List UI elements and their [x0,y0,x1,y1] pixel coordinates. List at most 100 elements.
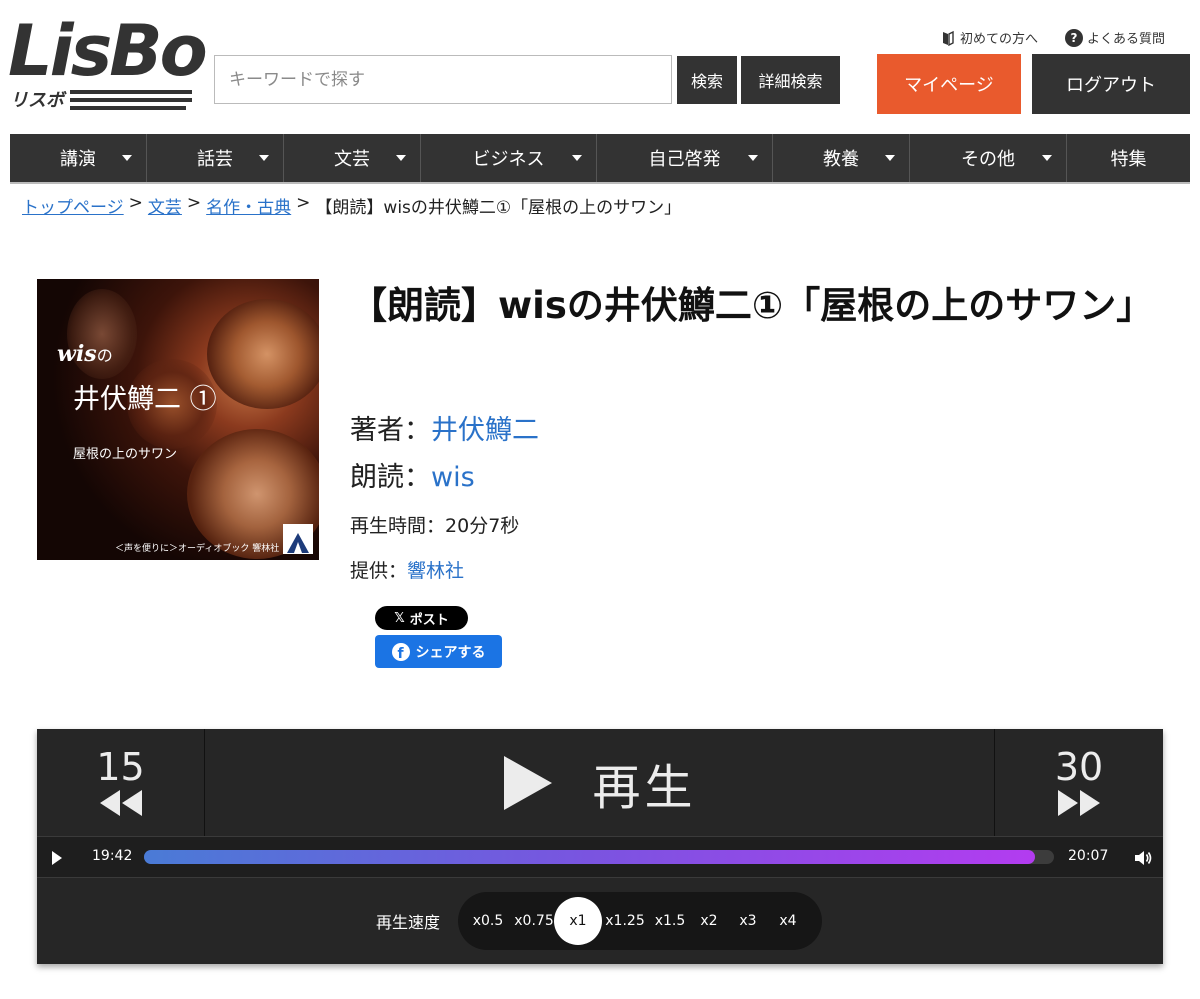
x-logo-icon: 𝕏 [394,610,405,626]
caret-down-icon [122,155,132,161]
first-time-link[interactable]: 初めての方へ [940,28,1038,47]
mini-play-icon[interactable] [51,850,63,866]
facebook-share-label: シェアする [415,644,486,661]
author-link[interactable]: 井伏鱒二 [431,415,539,446]
reader-link[interactable]: wis [431,462,475,493]
player-controls: 15 再生 30 [37,729,1163,836]
breadcrumb-separator: > [128,193,143,213]
nav-item-self-development[interactable]: 自己啓発 [597,134,773,182]
provider-link[interactable]: 響林社 [407,560,464,582]
nav-item-education[interactable]: 教養 [773,134,910,182]
cover-image: wisの 井伏鱒二 ① 屋根の上のサワン ＜声を便りに＞オーディオブック 響林社 [37,279,319,560]
nav-item-label: その他 [961,149,1015,170]
cover-title: 屋根の上のサワン [73,447,178,462]
logout-button[interactable]: ログアウト [1032,54,1190,114]
speed-option[interactable]: x1.5 [648,892,692,950]
speed-option[interactable]: x1.25 [600,892,650,950]
mypage-button[interactable]: マイページ [877,54,1021,114]
cover-flower [207,299,319,409]
caret-down-icon [259,155,269,161]
speed-label: 再生速度 [376,913,441,932]
breadcrumb-link-top[interactable]: トップページ [22,193,124,218]
progress-bar-row: 19:42 20:07 [37,836,1163,878]
nav-item-lecture[interactable]: 講演 [10,134,147,182]
caret-down-icon [396,155,406,161]
breadcrumb-separator: > [186,193,202,213]
facebook-icon: f [391,642,410,661]
progress-track[interactable] [144,850,1054,864]
speed-option[interactable]: x1 [554,897,602,945]
logo-stripe [70,106,186,110]
speed-option[interactable]: x4 [768,892,808,950]
nav-item-label: 教養 [823,149,859,170]
author-row: 著者：井伏鱒二 [350,408,539,447]
logo-stripe [70,98,192,102]
search-input[interactable] [214,55,672,104]
advanced-search-button[interactable]: 詳細検索 [741,56,840,104]
breadcrumb: トップページ > 文芸 > 名作・古典 > 【朗読】wisの井伏鱒二①「屋根の上… [22,193,681,218]
nav-item-storytelling[interactable]: 話芸 [147,134,284,182]
cover-reader-suffix: の [96,346,113,365]
nav-item-label: 講演 [60,149,96,170]
speed-option[interactable]: x2 [689,892,729,950]
provider-row: 提供：響林社 [350,556,464,583]
facebook-share-button[interactable]: f シェアする [375,635,502,668]
nav-item-label: 自己啓発 [648,149,721,170]
logo-subtext: リスボ [10,90,64,111]
volume-icon[interactable] [1134,850,1152,866]
cover-author: 井伏鱒二 ① [73,384,217,415]
category-nav: 講演 話芸 文芸 ビジネス 自己啓発 教養 その他 特集 [10,134,1190,184]
breadcrumb-link-classics[interactable]: 名作・古典 [206,193,291,218]
rewind-icon [99,789,142,816]
caret-down-icon [748,155,758,161]
x-post-label: ポスト [409,612,449,628]
cover-reader-name: wis [57,341,97,367]
first-time-label: 初めての方へ [960,32,1039,47]
x-post-button[interactable]: 𝕏 ポスト [375,606,468,630]
speed-selector: x0.5 x0.75 x1 x1.25 x1.5 x2 x3 x4 [458,892,822,950]
search-button[interactable]: 検索 [677,56,737,104]
nav-item-literature[interactable]: 文芸 [284,134,421,182]
cover-reader: wisの [57,341,113,367]
lisbo-logo[interactable]: LisBo リスボ [8,16,208,114]
breadcrumb-current: 【朗読】wisの井伏鱒二①「屋根の上のサワン」 [315,198,682,218]
reader-label: 朗読： [350,462,431,493]
forward-seconds: 30 [1054,744,1104,789]
nav-item-business[interactable]: ビジネス [421,134,597,182]
faq-link[interactable]: ? よくある質問 [1065,28,1165,47]
speed-option[interactable]: x0.5 [462,892,514,950]
breadcrumb-separator: > [296,193,311,213]
play-icon [504,755,553,810]
forward-button[interactable]: 30 [994,729,1163,836]
caret-down-icon [572,155,582,161]
speed-option[interactable]: x0.75 [509,892,559,950]
cover-publisher: ＜声を便りに＞オーディオブック 響林社 [115,544,280,554]
progress-fill [144,850,1035,864]
logo-text: LisBo [8,10,208,92]
product-title: 【朗読】wisの井伏鱒二①「屋根の上のサワン」 [350,284,1154,327]
duration-value: 20分7秒 [445,515,520,537]
fast-forward-icon [1058,789,1100,816]
speed-row: 再生速度 x0.5 x0.75 x1 x1.25 x1.5 x2 x3 x4 [37,878,1163,964]
total-time: 20:07 [1068,848,1109,864]
speed-option[interactable]: x3 [728,892,768,950]
faq-label: よくある質問 [1087,32,1166,47]
rewind-button[interactable]: 15 [37,729,205,836]
reader-row: 朗読：wis [350,455,475,494]
nav-item-label: ビジネス [472,149,545,170]
nav-item-features[interactable]: 特集 [1067,134,1190,182]
nav-item-label: 文芸 [334,149,370,170]
author-label: 著者： [350,415,431,446]
nav-item-label: 特集 [1110,149,1147,170]
play-button[interactable]: 再生 [205,729,994,836]
nav-item-other[interactable]: その他 [910,134,1067,182]
rewind-seconds: 15 [96,744,145,789]
caret-down-icon [885,155,895,161]
logo-stripe [70,90,192,94]
breadcrumb-link-literature[interactable]: 文芸 [148,193,182,218]
nav-item-label: 話芸 [197,149,233,170]
current-time: 19:42 [92,848,133,864]
provider-label: 提供： [350,560,408,582]
audio-player: 15 再生 30 19:42 20:07 再生速度 x0.5 x0.75 x1 … [37,729,1163,964]
play-label: 再生 [592,759,697,816]
